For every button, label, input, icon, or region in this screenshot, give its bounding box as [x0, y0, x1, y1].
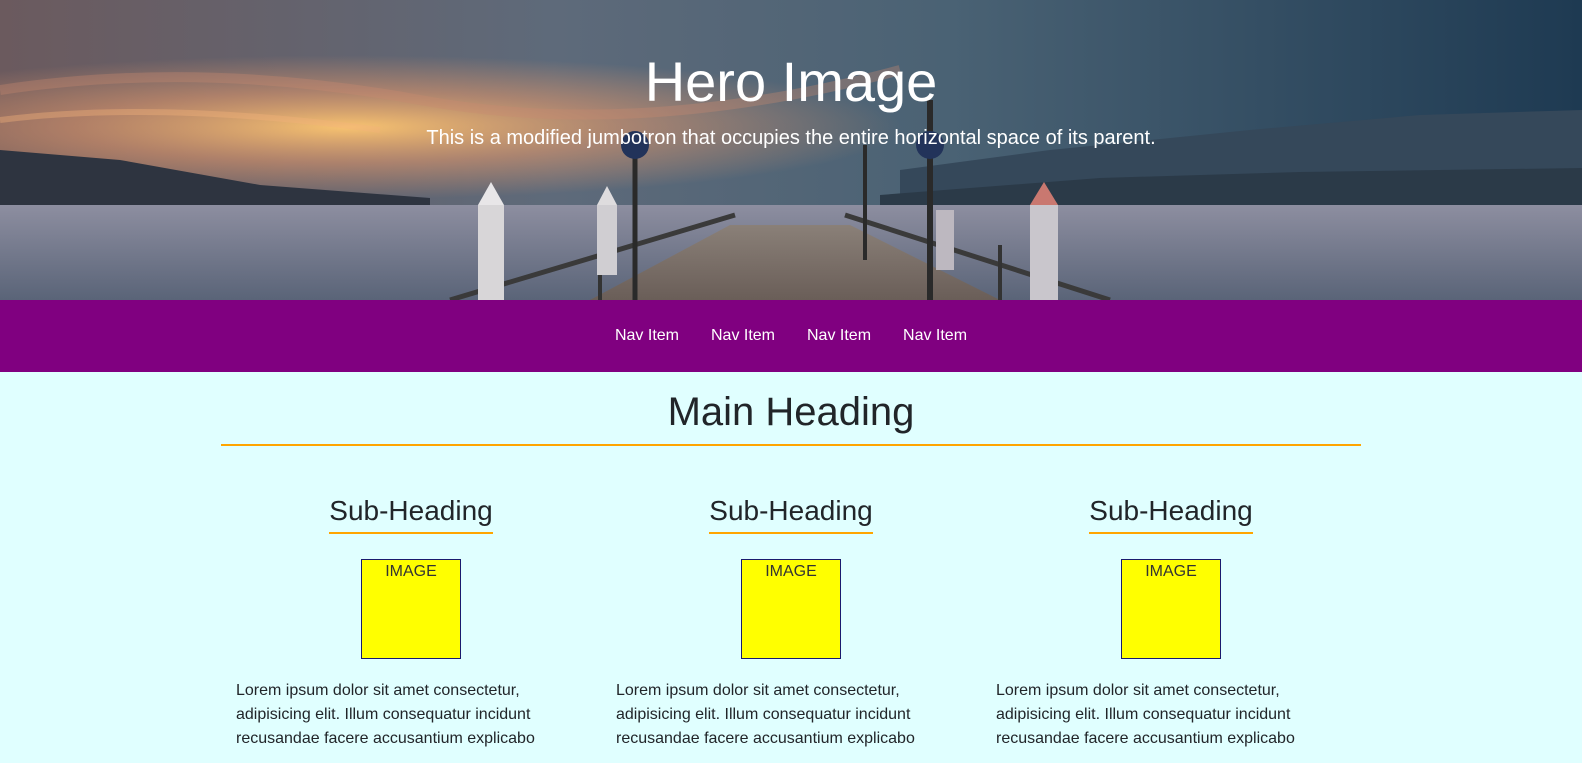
main-nav: Nav Item Nav Item Nav Item Nav Item [0, 300, 1582, 372]
column-sub-heading: Sub-Heading [1089, 494, 1253, 534]
feature-column: Sub-Heading IMAGE Lorem ipsum dolor sit … [221, 494, 601, 751]
hero-title: Hero Image [644, 50, 938, 113]
hero-subtitle: This is a modified jumbotron that occupi… [426, 127, 1156, 149]
column-text: Lorem ipsum dolor sit amet consectetur, … [996, 682, 1295, 747]
nav-item-3[interactable]: Nav Item [807, 327, 871, 345]
nav-item-4[interactable]: Nav Item [903, 327, 967, 345]
image-placeholder: IMAGE [361, 559, 461, 659]
feature-columns: Sub-Heading IMAGE Lorem ipsum dolor sit … [221, 494, 1361, 751]
column-sub-heading: Sub-Heading [709, 494, 873, 534]
hero-text-block: Hero Image This is a modified jumbotron … [0, 0, 1582, 150]
column-sub-heading: Sub-Heading [329, 494, 493, 534]
feature-column: Sub-Heading IMAGE Lorem ipsum dolor sit … [981, 494, 1361, 751]
column-text: Lorem ipsum dolor sit amet consectetur, … [236, 682, 535, 747]
image-placeholder: IMAGE [1121, 559, 1221, 659]
nav-item-1[interactable]: Nav Item [615, 327, 679, 345]
column-text: Lorem ipsum dolor sit amet consectetur, … [616, 682, 915, 747]
feature-column: Sub-Heading IMAGE Lorem ipsum dolor sit … [601, 494, 981, 751]
main-content: Main Heading Sub-Heading IMAGE Lorem ips… [221, 372, 1361, 751]
hero-banner: Hero Image This is a modified jumbotron … [0, 0, 1582, 300]
nav-item-2[interactable]: Nav Item [711, 327, 775, 345]
main-heading: Main Heading [221, 372, 1361, 446]
image-placeholder: IMAGE [741, 559, 841, 659]
